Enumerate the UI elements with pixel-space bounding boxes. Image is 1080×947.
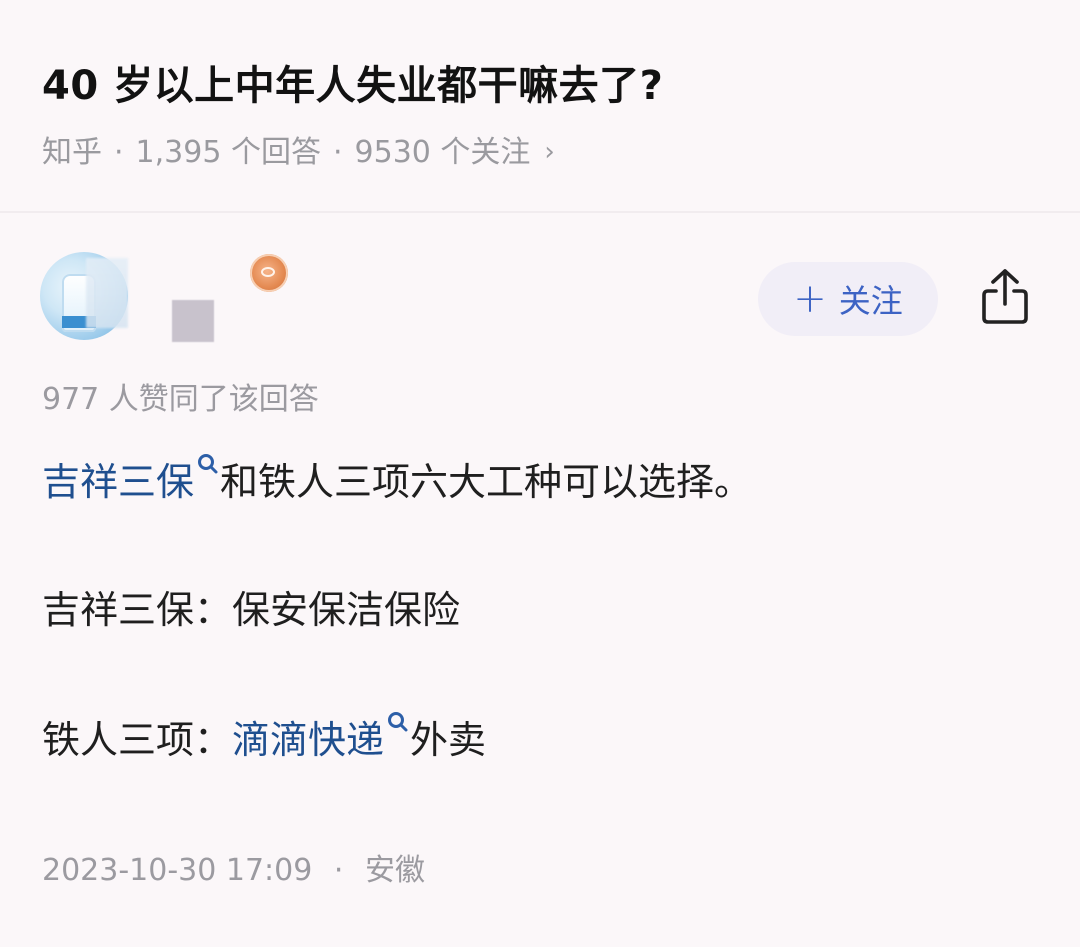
blurred-author-name[interactable]	[86, 258, 128, 328]
divider	[0, 211, 1080, 213]
answer-paragraph: 吉祥三保 和铁人三项六大工种可以选择。	[42, 452, 1042, 512]
question-header: 40 岁以上中年人失业都干嘛去了? 知乎 · 1,395 个回答 · 9530 …	[0, 0, 1080, 210]
plus-icon: +	[793, 276, 827, 322]
author-row: + 关注	[0, 240, 1080, 360]
answer-text: 铁人三项：	[42, 718, 233, 762]
location: 安徽	[364, 853, 425, 888]
timestamp: 2023-10-30 17:09	[42, 853, 313, 888]
answer-text: 吉祥三保：保安保洁保险	[42, 588, 461, 632]
answers-count: 1,395 个回答	[135, 135, 321, 170]
question-meta[interactable]: 知乎 · 1,395 个回答 · 9530 个关注 ›	[42, 132, 555, 174]
source-label: 知乎	[42, 135, 102, 170]
question-title[interactable]: 40 岁以上中年人失业都干嘛去了?	[42, 56, 663, 116]
answer-text: 和铁人三项六大工种可以选择。	[220, 460, 753, 504]
vote-count-text: 977 人赞同了该回答	[42, 382, 319, 417]
answer-paragraph: 吉祥三保：保安保洁保险	[42, 580, 1042, 640]
meta-separator: ·	[114, 135, 124, 170]
search-icon[interactable]	[194, 452, 220, 482]
search-link[interactable]: 吉祥三保	[42, 460, 194, 504]
answer-text: 外卖	[410, 718, 487, 762]
followers-count: 9530 个关注	[354, 135, 531, 170]
chevron-right-icon: ›	[544, 137, 555, 167]
answer-paragraph: 铁人三项：滴滴快递 外卖	[42, 710, 1042, 770]
medal-badge-icon	[250, 254, 288, 292]
answer-footer: 2023-10-30 17:09 · 安徽	[42, 848, 425, 894]
follow-button[interactable]: + 关注	[758, 262, 938, 336]
meta-separator: ·	[332, 135, 343, 170]
share-icon[interactable]	[978, 266, 1032, 326]
answer-content: 吉祥三保 和铁人三项六大工种可以选择。 吉祥三保：保安保洁保险 铁人三项：滴滴快递…	[42, 452, 1042, 770]
blurred-author-name[interactable]	[172, 300, 214, 342]
meta-separator: ·	[333, 853, 344, 888]
follow-label: 关注	[838, 282, 903, 320]
search-link[interactable]: 滴滴快递	[232, 718, 384, 762]
search-icon[interactable]	[384, 710, 410, 740]
